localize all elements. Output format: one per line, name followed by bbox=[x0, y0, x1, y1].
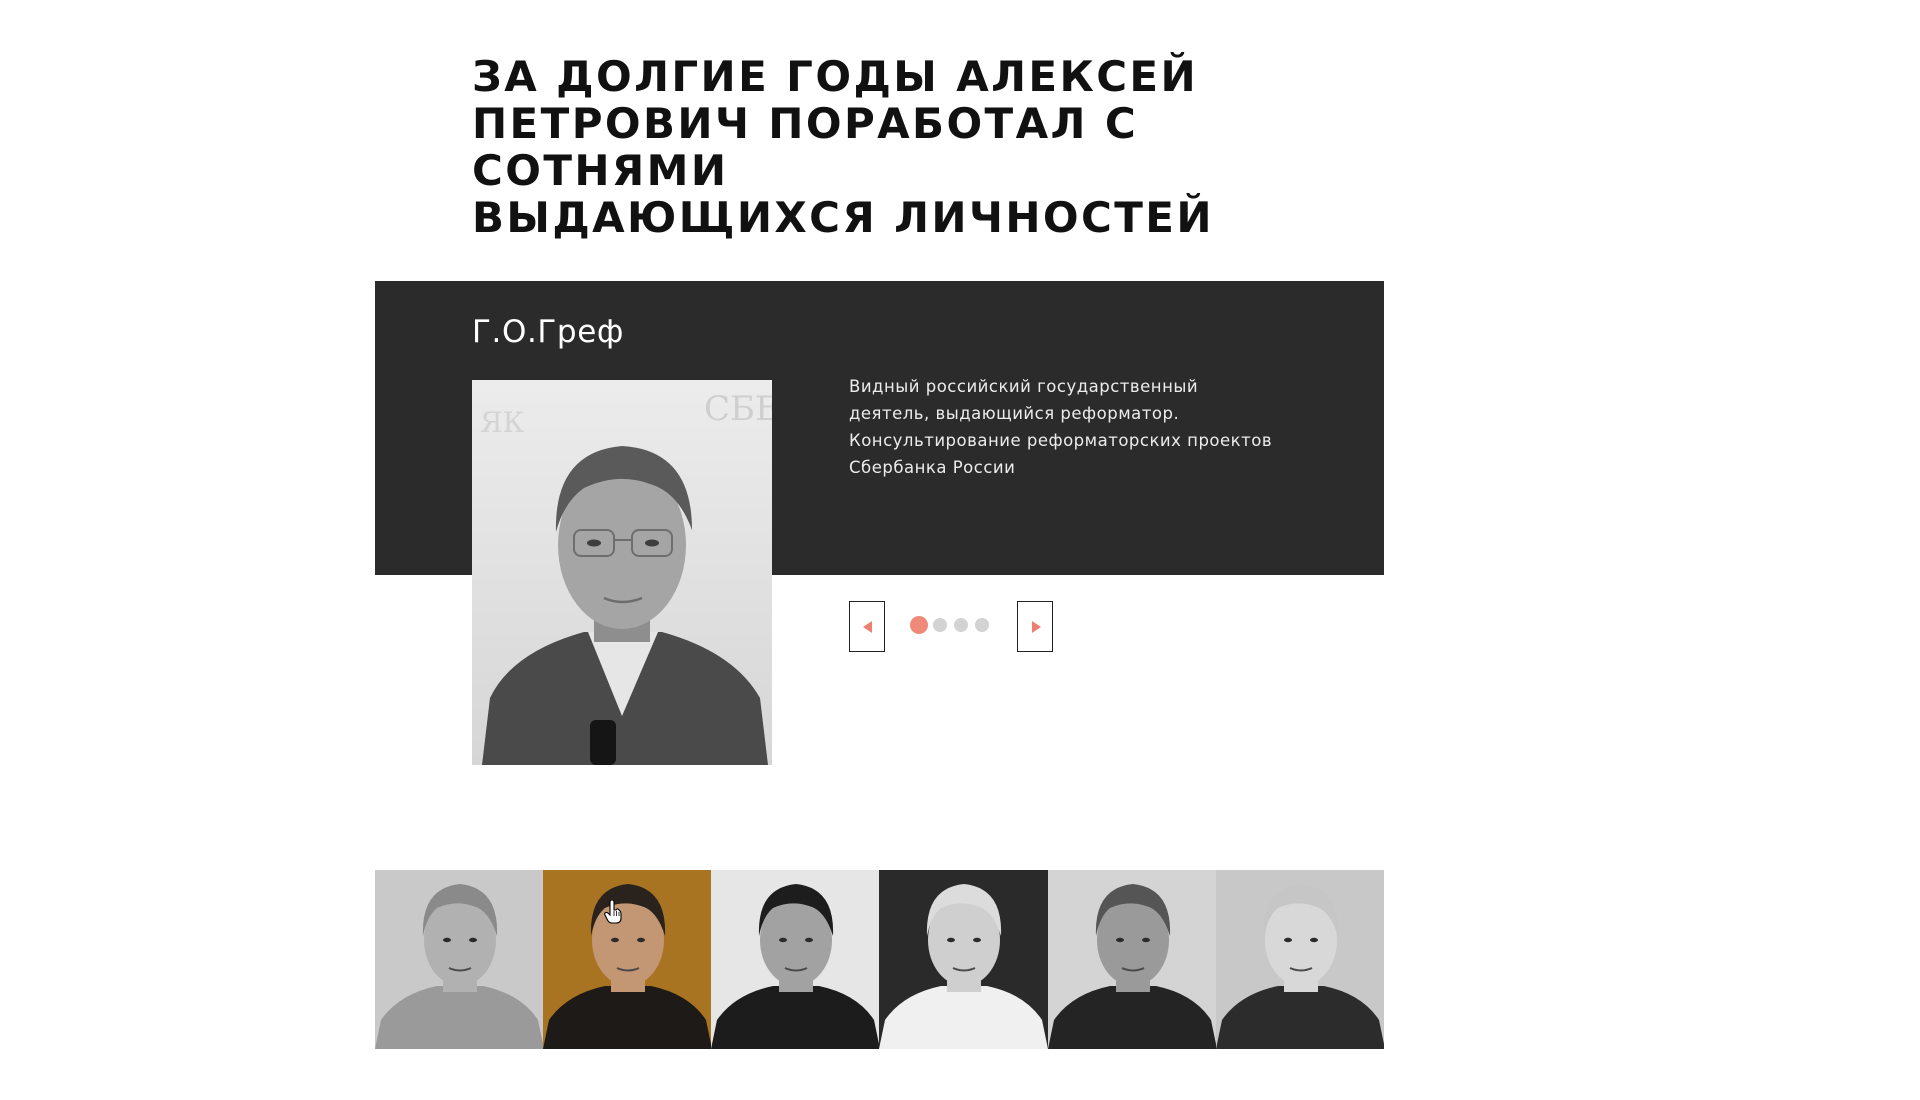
pagination-dot-2[interactable] bbox=[933, 618, 947, 632]
svg-text:ЯК: ЯК bbox=[480, 406, 525, 439]
heading-line-2: ПЕТРОВИЧ ПОРАБОТАЛ С СОТНЯМИ bbox=[472, 99, 1139, 195]
description-line-1: Видный российский государственный bbox=[849, 377, 1199, 396]
pagination-dot-4[interactable] bbox=[975, 618, 989, 632]
person-thumbnail-2[interactable] bbox=[543, 870, 712, 1049]
description-line-4: Сбербанка России bbox=[849, 458, 1016, 477]
person-description: Видный российский государственный деятел… bbox=[849, 373, 1289, 481]
section-heading: ЗА ДОЛГИЕ ГОДЫ АЛЕКСЕЙ ПЕТРОВИЧ ПОРАБОТА… bbox=[472, 53, 1332, 241]
person-thumbnail-5[interactable] bbox=[1047, 870, 1216, 1049]
person-thumbnails bbox=[375, 870, 1384, 1049]
person-thumbnail-3[interactable] bbox=[711, 870, 880, 1049]
hand-cursor-icon bbox=[604, 900, 622, 924]
triangle-left-icon bbox=[863, 621, 872, 633]
pagination-dot-3[interactable] bbox=[954, 618, 968, 632]
prev-slide-button[interactable] bbox=[849, 601, 885, 652]
pagination-dot-1[interactable] bbox=[910, 616, 928, 634]
person-thumbnail-4[interactable] bbox=[879, 870, 1048, 1049]
person-portrait: СБЕ ЯК bbox=[472, 380, 772, 765]
heading-line-1: ЗА ДОЛГИЕ ГОДЫ АЛЕКСЕЙ bbox=[472, 52, 1199, 101]
svg-text:СБЕ: СБЕ bbox=[704, 389, 772, 429]
person-thumbnail-6[interactable] bbox=[1215, 870, 1384, 1049]
description-line-3: Консультирование реформаторских проектов bbox=[849, 431, 1273, 450]
triangle-right-icon bbox=[1032, 621, 1041, 633]
description-line-2: деятель, выдающийся реформатор. bbox=[849, 404, 1180, 423]
heading-line-3: ВЫДАЮЩИХСЯ ЛИЧНОСТЕЙ bbox=[472, 193, 1214, 242]
slide-pagination bbox=[910, 616, 996, 634]
page: ЗА ДОЛГИЕ ГОДЫ АЛЕКСЕЙ ПЕТРОВИЧ ПОРАБОТА… bbox=[0, 0, 1920, 1100]
person-thumbnail-1[interactable] bbox=[375, 870, 544, 1049]
next-slide-button[interactable] bbox=[1017, 601, 1053, 652]
person-name: Г.О.Греф bbox=[472, 314, 624, 350]
